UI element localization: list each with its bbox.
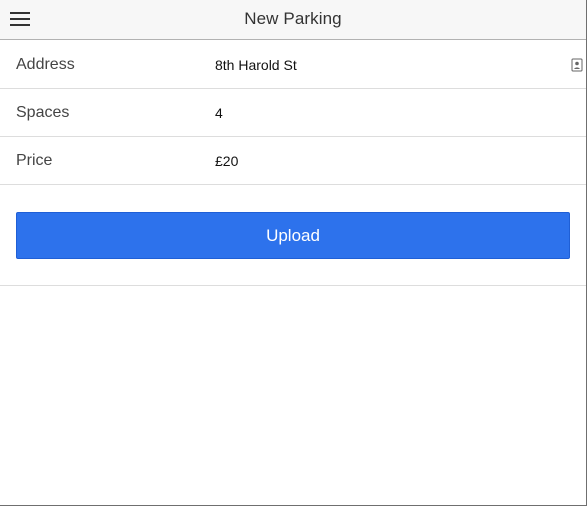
price-row: Price xyxy=(0,137,586,185)
spaces-label: Spaces xyxy=(16,104,70,121)
navbar: New Parking xyxy=(0,0,586,40)
price-label: Price xyxy=(16,152,53,169)
page-title: New Parking xyxy=(244,9,342,28)
parking-form: Address Spaces Price xyxy=(0,41,586,185)
price-field[interactable] xyxy=(214,137,555,184)
spaces-field[interactable] xyxy=(214,89,555,136)
upload-button[interactable]: Upload xyxy=(16,212,570,259)
contact-card-icon[interactable] xyxy=(571,58,583,72)
app-frame: New Parking Address Spaces Price Upload xyxy=(0,0,587,506)
address-field[interactable] xyxy=(214,41,555,88)
address-label: Address xyxy=(16,56,75,73)
button-area: Upload xyxy=(0,186,586,286)
spaces-row: Spaces xyxy=(0,89,586,137)
address-row: Address xyxy=(0,41,586,89)
